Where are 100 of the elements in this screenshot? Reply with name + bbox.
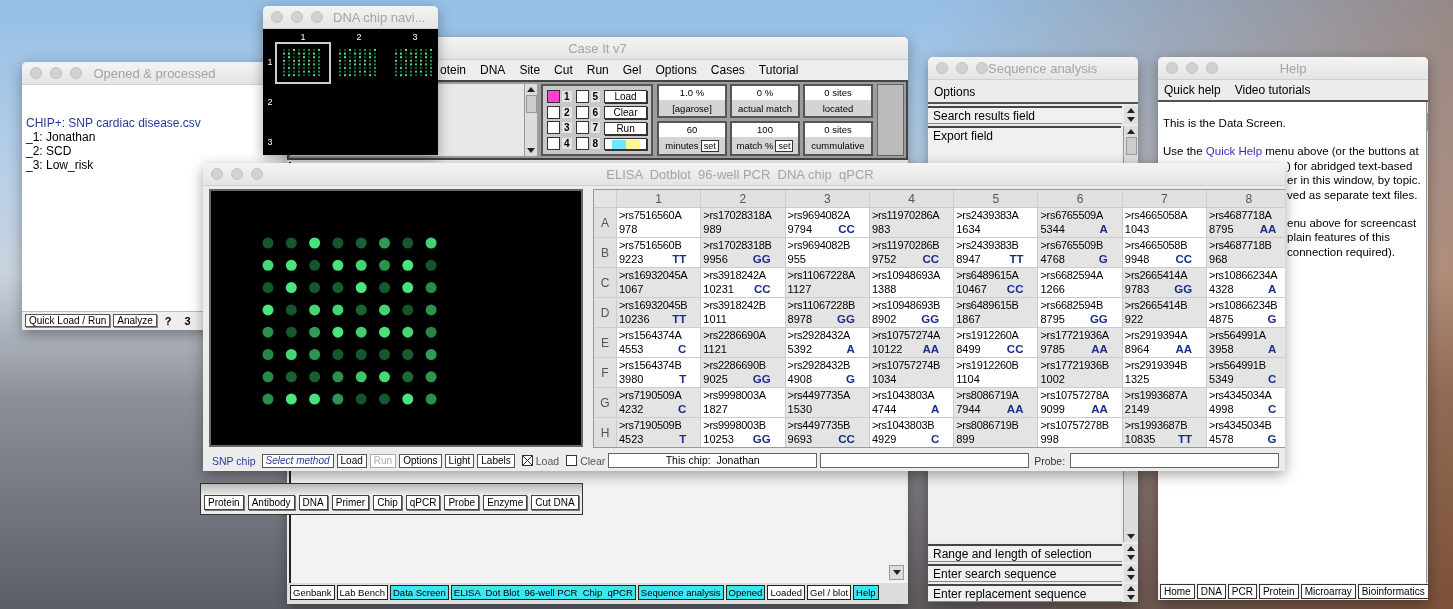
menu-item[interactable]: Options xyxy=(655,63,697,77)
lane-checkbox[interactable] xyxy=(575,90,589,104)
grid-cell[interactable]: >rs2928432B 4908 G xyxy=(785,358,869,387)
grid-cell[interactable]: >rs10948693B 8902 GG xyxy=(869,298,954,327)
help-topic-button[interactable]: Home xyxy=(1160,584,1195,599)
list-item[interactable]: _3: Low_risk xyxy=(26,158,94,172)
scroll-down-arrow-icon[interactable] xyxy=(1127,555,1135,560)
grid-cell[interactable]: >rs2286690A 1121 xyxy=(701,328,785,357)
menu-item[interactable]: DNA xyxy=(480,63,506,77)
lane-checkbox[interactable] xyxy=(547,90,560,104)
grid-cell[interactable]: >rs7190509A 4232 C xyxy=(617,388,701,417)
grid-cell[interactable]: >rs6682594A 1266 xyxy=(1038,268,1122,297)
grid-cell[interactable]: >rs9694082B 955 xyxy=(785,238,869,267)
grid-cell[interactable]: >rs8086719B 899 xyxy=(954,418,1038,447)
grid-cell[interactable]: >rs4665058B 9948 CC xyxy=(1122,238,1207,267)
scroll-up-arrow-icon[interactable] xyxy=(1127,586,1135,591)
palette-button[interactable]: Antibody xyxy=(247,495,295,510)
palette-button[interactable]: Probe xyxy=(444,495,480,510)
grid-cell[interactable]: >rs2286690B 9025 GG xyxy=(701,358,785,387)
grid-cell[interactable]: >rs17028318A 989 xyxy=(701,208,785,237)
tab[interactable]: ELISA Dot Blot 96-well PCR Chip qPCR xyxy=(450,585,636,600)
grid-cell[interactable]: >rs7190509B 4523 T xyxy=(617,418,701,447)
palette-button[interactable]: DNA xyxy=(298,495,328,510)
help-topic-button[interactable]: Protein xyxy=(1258,584,1299,599)
grid-cell[interactable]: >rs4687718A 8795 AA xyxy=(1207,208,1285,237)
tab[interactable]: Opened xyxy=(725,585,766,600)
grid-cell[interactable]: >rs9998003B 10253 GG xyxy=(701,418,785,447)
scroll-up-arrow-icon[interactable] xyxy=(527,87,535,92)
lane-checkbox[interactable] xyxy=(547,121,560,135)
grid-cell[interactable]: >rs2439383B 8947 TT xyxy=(954,238,1038,267)
scroll-down-arrow-icon[interactable] xyxy=(1127,575,1135,580)
toolbar-button[interactable]: Labels xyxy=(477,453,515,468)
grid-cell[interactable]: >rs6765509A 5344 A xyxy=(1038,208,1122,237)
grid-cell[interactable]: >rs3918242A 10231 CC xyxy=(701,268,785,297)
scroll-thumb[interactable] xyxy=(1125,137,1137,155)
lane-checkbox[interactable] xyxy=(547,105,560,119)
grid-cell[interactable]: >rs9694082A 9794 CC xyxy=(785,208,869,237)
grid-cell[interactable]: >rs11067228A 1127 xyxy=(785,268,869,297)
grid-cell[interactable]: >rs1993687A 2149 xyxy=(1122,388,1207,417)
grid-cell[interactable]: >rs10757274A 10122 AA xyxy=(869,328,954,357)
grid-cell[interactable]: >rs7516560A 978 xyxy=(617,208,701,237)
text-field[interactable]: Enter search sequence xyxy=(928,564,1122,582)
method-menu[interactable]: Select method xyxy=(261,453,334,468)
menu-item[interactable]: Site xyxy=(519,63,541,77)
lane-checkbox[interactable] xyxy=(575,136,589,150)
grid-cell[interactable]: >rs11067228B 8978 GG xyxy=(785,298,869,327)
grid-cell[interactable]: >rs11970286B 9752 CC xyxy=(869,238,954,267)
palette-button[interactable]: qPCR xyxy=(405,495,441,510)
tab[interactable]: Gel / blot xyxy=(807,585,852,600)
grid-cell[interactable]: >rs2439383A 1634 xyxy=(954,208,1038,237)
menu-item[interactable]: Run xyxy=(586,63,609,77)
grid-cell[interactable]: >rs6489615B 1867 xyxy=(954,298,1038,327)
chip-thumbnail[interactable] xyxy=(275,42,331,84)
grid-cell[interactable]: >rs4665058A 1043 xyxy=(1122,208,1207,237)
text-field[interactable]: Range and length of selection xyxy=(928,544,1122,562)
help-topic-button[interactable]: PCR xyxy=(1227,584,1257,599)
grid-cell[interactable]: >rs10757278B 998 xyxy=(1038,418,1122,447)
tab[interactable]: Data Screen xyxy=(390,585,449,600)
lane-checkbox[interactable] xyxy=(547,136,560,150)
menu-item[interactable]: otein xyxy=(440,63,467,77)
grid-cell[interactable]: >rs1564374B 3980 T xyxy=(617,358,701,387)
scroll-up-arrow-icon[interactable] xyxy=(1127,108,1135,113)
toolbar-button[interactable]: Analyze xyxy=(113,314,157,327)
grid-cell[interactable]: >rs4497735A 1530 xyxy=(785,388,869,417)
menu-item[interactable]: Video tutorials xyxy=(1234,83,1311,97)
set-button[interactable]: set xyxy=(700,139,719,152)
grid-cell[interactable]: >rs1912260A 8499 CC xyxy=(954,328,1038,357)
menu-item[interactable]: Options xyxy=(934,85,976,99)
grid-cell[interactable]: >rs564991A 3958 A xyxy=(1207,328,1285,357)
toolbar-button[interactable]: Light xyxy=(444,453,475,468)
grid-cell[interactable]: >rs1043803A 4744 A xyxy=(869,388,954,417)
grid-cell[interactable]: >rs2919394A 8964 AA xyxy=(1122,328,1207,357)
scroll-down-arrow-icon[interactable] xyxy=(1127,117,1135,122)
grid-cell[interactable]: >rs11970286A 983 xyxy=(869,208,954,237)
scroll-up-arrow-icon[interactable] xyxy=(1127,129,1135,134)
grid-cell[interactable]: >rs10866234A 4328 A xyxy=(1207,268,1285,297)
palette-button[interactable]: Enzyme xyxy=(483,495,528,510)
grid-cell[interactable]: >rs564991B 5349 C xyxy=(1207,358,1285,387)
grid-cell[interactable]: >rs10948693A 1388 xyxy=(869,268,954,297)
toolbar-button[interactable]: Quick Load / Run xyxy=(25,314,111,327)
grid-cell[interactable]: >rs9998003A 1827 xyxy=(701,388,785,417)
checkbox[interactable] xyxy=(566,455,578,466)
list-item[interactable]: _1: Jonathan xyxy=(26,130,96,144)
help-topic-button[interactable]: Bioinformatics xyxy=(1357,584,1428,599)
file-name[interactable]: CHIP+: SNP cardiac disease.csv xyxy=(26,116,201,130)
grid-cell[interactable]: >rs17028318B 9956 GG xyxy=(701,238,785,267)
scroll-down-arrow-icon[interactable] xyxy=(892,570,901,575)
text-field[interactable] xyxy=(1070,453,1279,468)
menu-item[interactable]: Gel xyxy=(622,63,642,77)
scroll-up-arrow-icon[interactable] xyxy=(1127,566,1135,571)
grid-cell[interactable]: >rs2665414B 922 xyxy=(1122,298,1207,327)
scroll-down-arrow-icon[interactable] xyxy=(1127,595,1135,600)
list-item[interactable]: _2: SCD xyxy=(26,144,72,158)
tab[interactable]: Loaded xyxy=(767,585,806,600)
lane-button[interactable]: Clear xyxy=(604,106,647,119)
palette-button[interactable]: Chip xyxy=(373,495,402,510)
help-topic-button[interactable]: DNA xyxy=(1196,584,1226,599)
grid-cell[interactable]: >rs1564374A 4553 C xyxy=(617,328,701,357)
tab[interactable]: Lab Bench xyxy=(336,585,388,600)
palette-button[interactable]: Primer xyxy=(331,495,370,510)
